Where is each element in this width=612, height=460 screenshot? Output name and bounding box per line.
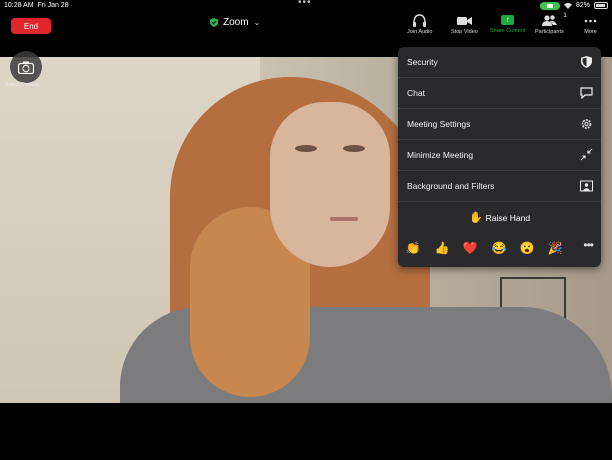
share-content-label: Share Content	[490, 28, 526, 34]
menu-item-chat[interactable]: Chat	[398, 78, 601, 109]
reaction-thumbs-up[interactable]: 👍	[434, 241, 450, 255]
reaction-clap[interactable]: 👏	[405, 241, 421, 255]
battery-icon	[594, 2, 608, 9]
raise-hand-label: Raise Hand	[485, 212, 531, 223]
menu-item-background-filters[interactable]: Background and Filters	[398, 171, 601, 202]
switch-camera-label: Switch Camera	[5, 82, 39, 88]
minimize-icon	[580, 149, 593, 161]
menu-item-meeting-settings[interactable]: Meeting Settings	[398, 109, 601, 140]
join-audio-button[interactable]: Join Audio	[407, 14, 432, 35]
more-menu: Security Chat Meeting Settings Minimize …	[398, 47, 601, 267]
meeting-title[interactable]: Zoom ⌄	[210, 17, 260, 28]
raised-hand-icon: ✋	[468, 212, 483, 224]
status-right: 82%	[539, 0, 608, 11]
more-dots-icon	[584, 19, 597, 23]
gear-icon	[581, 119, 592, 129]
reaction-joy[interactable]: 😂	[491, 241, 507, 255]
raise-hand-button[interactable]: ✋ Raise Hand	[398, 202, 601, 233]
join-audio-label: Join Audio	[407, 29, 433, 35]
multitasking-dots-icon[interactable]: •••	[298, 0, 312, 8]
share-screen-icon: ↑	[501, 15, 515, 25]
menu-item-security[interactable]: Security	[398, 47, 601, 78]
video-person-eye-left	[295, 145, 317, 152]
participants-count-badge: 1	[563, 13, 567, 19]
battery-percent: 82%	[575, 2, 590, 9]
menu-item-label: Background and Filters	[407, 181, 495, 191]
status-time: 10:28 AM	[4, 2, 34, 9]
more-label: More	[584, 29, 597, 35]
more-reactions-icon[interactable]: •••	[583, 238, 594, 252]
status-bar: 10:28 AM Fri Jan 28 ••• 82%	[0, 0, 612, 11]
reaction-tada[interactable]: 🎉	[547, 241, 563, 255]
encryption-shield-icon	[210, 18, 218, 27]
reaction-heart[interactable]: ❤️	[462, 241, 478, 255]
stop-video-button[interactable]: Stop Video	[451, 14, 478, 35]
reactions-bar: 👏 👍 ❤️ 😂 😮 🎉 •••	[398, 235, 601, 263]
chat-icon	[580, 87, 593, 99]
background-icon	[580, 180, 593, 192]
stop-video-label: Stop Video	[451, 29, 478, 35]
camera-in-use-icon	[539, 1, 560, 10]
wifi-icon	[563, 2, 572, 9]
video-person-eye-right	[343, 145, 365, 152]
switch-camera-button[interactable]	[10, 51, 42, 83]
menu-item-label: Minimize Meeting	[407, 150, 474, 160]
menu-item-label: Meeting Settings	[407, 119, 471, 129]
menu-item-minimize-meeting[interactable]: Minimize Meeting	[398, 140, 601, 171]
video-person-mouth	[330, 217, 358, 221]
meeting-title-text: Zoom	[223, 17, 249, 28]
headphones-icon	[413, 14, 427, 27]
video-camera-icon	[456, 17, 472, 25]
meeting-toolbar: End Zoom ⌄ Join Audio Stop Video ↑ Share…	[0, 11, 612, 41]
menu-item-label: Security	[407, 57, 438, 67]
shield-icon	[581, 56, 592, 68]
reaction-open-mouth[interactable]: 😮	[519, 241, 535, 255]
chevron-down-icon: ⌄	[253, 18, 261, 27]
participants-icon	[541, 15, 557, 26]
menu-item-label: Chat	[407, 88, 425, 98]
more-button[interactable]: More	[583, 14, 598, 35]
switch-camera-icon	[18, 61, 34, 74]
end-meeting-button[interactable]: End	[11, 18, 51, 34]
share-content-button[interactable]: ↑ Share Content	[490, 14, 525, 34]
participants-label: Participants	[535, 29, 564, 35]
participants-button[interactable]: Participants 1	[535, 13, 567, 35]
status-time-date: 10:28 AM Fri Jan 28	[4, 0, 69, 11]
status-date: Fri Jan 28	[37, 2, 69, 9]
video-person-face	[270, 102, 390, 267]
